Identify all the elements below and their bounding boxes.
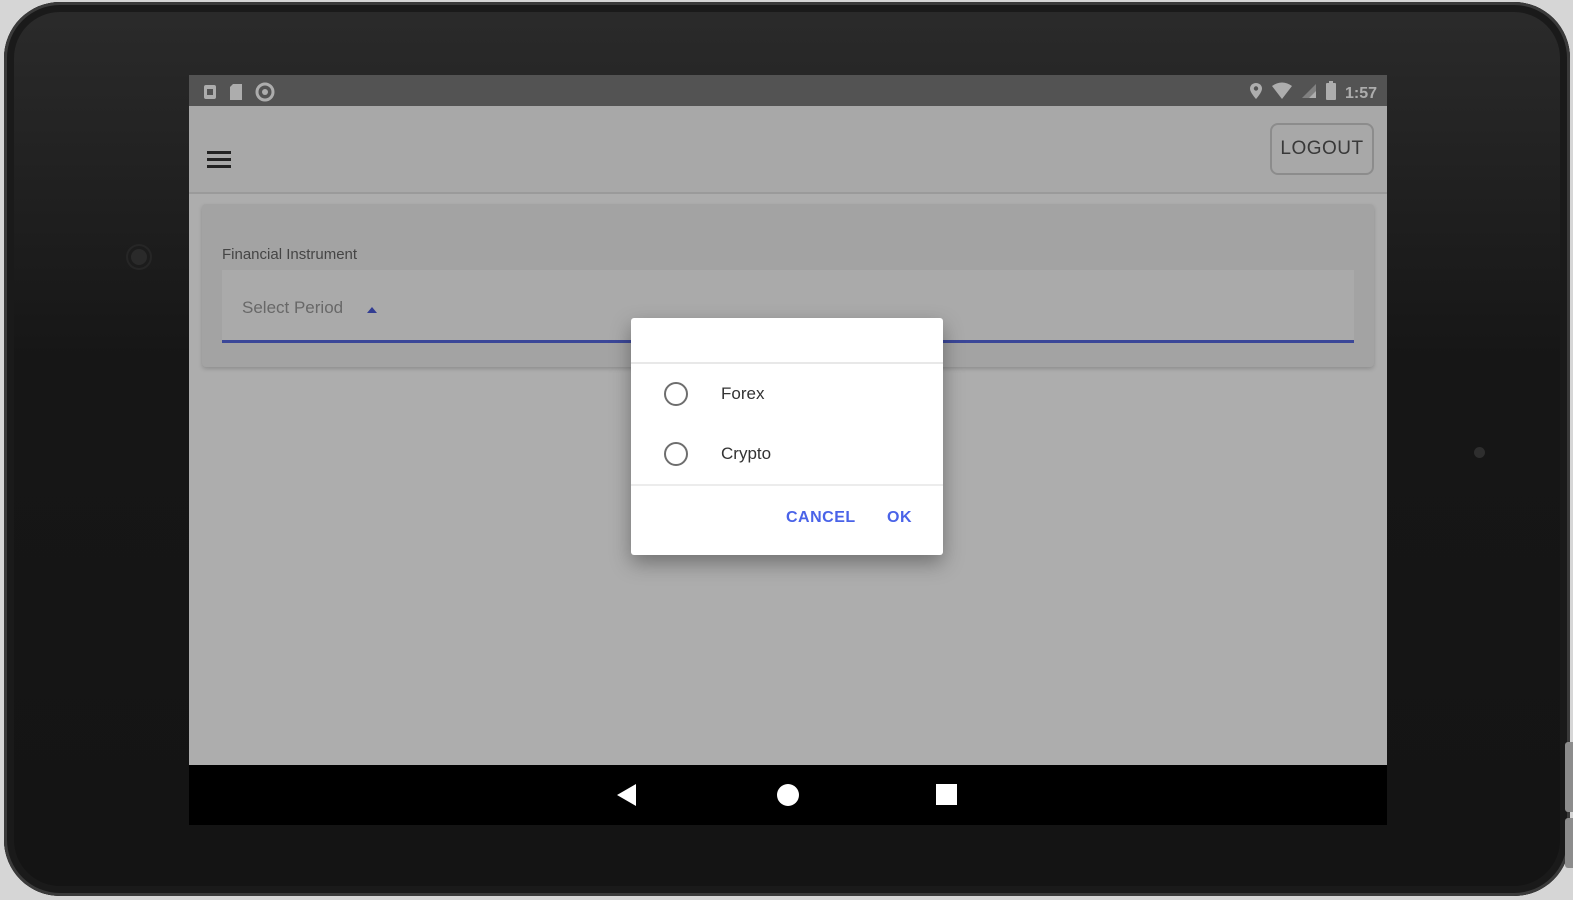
- dialog-divider: [631, 484, 943, 486]
- option-forex[interactable]: Forex: [631, 365, 943, 421]
- radio-unchecked-icon[interactable]: [664, 382, 688, 406]
- home-circle-icon[interactable]: [777, 784, 799, 806]
- front-camera-icon: [128, 246, 150, 268]
- back-triangle-icon[interactable]: [617, 784, 636, 806]
- emulator-stage: 1:57 LOGOUT Financial Instrument Select …: [0, 0, 1573, 900]
- dialog-divider: [631, 362, 943, 364]
- option-crypto[interactable]: Crypto: [631, 425, 943, 481]
- instrument-picker-dialog: Forex Crypto CANCEL OK: [631, 318, 943, 555]
- radio-unchecked-icon[interactable]: [664, 442, 688, 466]
- cancel-button[interactable]: CANCEL: [786, 509, 856, 527]
- option-label: Forex: [721, 384, 765, 403]
- recents-square-icon[interactable]: [936, 784, 957, 805]
- power-button[interactable]: [1565, 818, 1573, 868]
- option-label: Crypto: [721, 444, 772, 463]
- proximity-sensor-icon: [1474, 447, 1485, 458]
- system-navigation-bar: [189, 765, 1387, 825]
- volume-button[interactable]: [1565, 742, 1573, 812]
- ok-button[interactable]: OK: [887, 509, 912, 527]
- device-screen: 1:57 LOGOUT Financial Instrument Select …: [189, 75, 1387, 825]
